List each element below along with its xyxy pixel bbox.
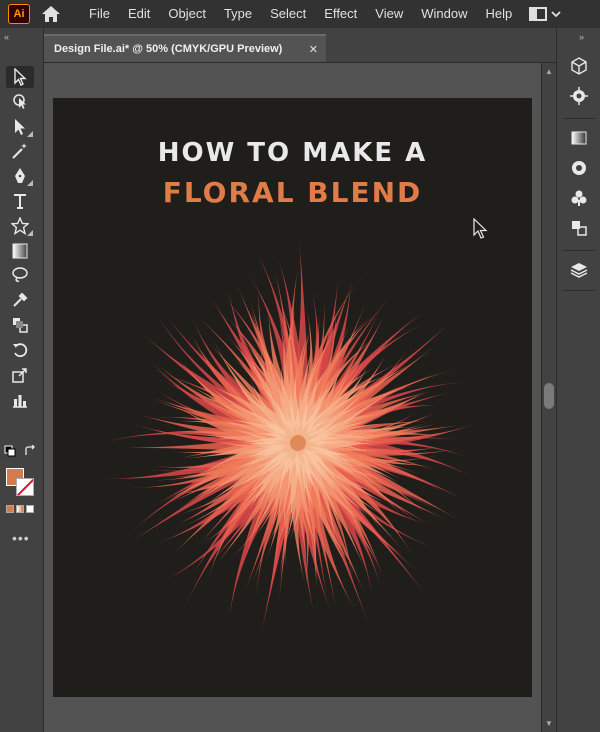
- libraries-icon[interactable]: [569, 56, 589, 76]
- collapse-toolbar-icon[interactable]: «: [4, 32, 9, 42]
- workspace-icon: [529, 7, 548, 21]
- vertical-scrollbar[interactable]: ▲ ▼: [541, 63, 556, 732]
- edit-toolbar-icon[interactable]: •••: [12, 530, 30, 546]
- blend-tool-icon[interactable]: [6, 314, 34, 336]
- menu-effect[interactable]: Effect: [315, 0, 366, 28]
- scrollbar-thumb[interactable]: [544, 383, 554, 409]
- scale-tool-icon[interactable]: [6, 364, 34, 386]
- document-tab[interactable]: Design File.ai* @ 50% (CMYK/GPU Preview)…: [44, 34, 326, 62]
- menu-bar: Ai File Edit Object Type Select Effect V…: [0, 0, 600, 28]
- layers-icon[interactable]: [569, 260, 589, 280]
- gradient-mode-button[interactable]: [16, 505, 24, 513]
- menu-help[interactable]: Help: [476, 0, 521, 28]
- mouse-cursor-icon: [473, 218, 488, 239]
- swap-fill-stroke-icon[interactable]: [22, 444, 38, 458]
- color-mode-buttons: [6, 505, 34, 513]
- menu-object[interactable]: Object: [159, 0, 215, 28]
- default-fill-stroke-icon[interactable]: [2, 444, 18, 458]
- menu-items: File Edit Object Type Select Effect View…: [80, 0, 521, 28]
- document-tab-title: Design File.ai* @ 50% (CMYK/GPU Preview): [54, 43, 283, 55]
- color-guide-icon[interactable]: [569, 158, 589, 178]
- none-mode-button[interactable]: [26, 505, 34, 513]
- scroll-up-icon[interactable]: ▲: [545, 67, 553, 76]
- direct-selection-tool-icon[interactable]: [6, 91, 34, 113]
- color-mode-button[interactable]: [6, 505, 14, 513]
- tools-panel: « •••: [0, 28, 44, 732]
- symbols-icon[interactable]: [569, 188, 589, 208]
- magic-wand-tool-icon[interactable]: [6, 140, 34, 162]
- menu-view[interactable]: View: [366, 0, 412, 28]
- illustrator-logo-icon: Ai: [8, 4, 30, 24]
- collapse-dock-icon[interactable]: »: [579, 32, 584, 42]
- pen-tool-icon[interactable]: [6, 116, 34, 138]
- menu-file[interactable]: File: [80, 0, 119, 28]
- scroll-down-icon[interactable]: ▼: [545, 719, 553, 728]
- canvas-area[interactable]: HOW TO MAKE A FLORAL BLEND: [44, 63, 541, 732]
- gradient-panel-icon[interactable]: [569, 128, 589, 148]
- gradient-tool-icon[interactable]: [6, 240, 34, 262]
- align-icon[interactable]: [569, 218, 589, 238]
- artwork-title-line2[interactable]: FLORAL BLEND: [53, 176, 532, 209]
- properties-icon[interactable]: [569, 86, 589, 106]
- artwork-title-line1[interactable]: HOW TO MAKE A: [53, 138, 532, 168]
- menu-select[interactable]: Select: [261, 0, 315, 28]
- pen-nib-tool-icon[interactable]: [6, 165, 34, 187]
- workspace-switcher-button[interactable]: [529, 0, 561, 28]
- star-tool-icon[interactable]: [6, 215, 34, 237]
- floral-blend-artwork[interactable]: [83, 228, 513, 658]
- selection-tool-icon[interactable]: [6, 66, 34, 88]
- close-icon[interactable]: ✕: [309, 43, 318, 56]
- lasso-tool-icon[interactable]: [6, 264, 34, 286]
- chevron-down-icon: [551, 11, 561, 18]
- menu-edit[interactable]: Edit: [119, 0, 159, 28]
- column-graph-tool-icon[interactable]: [6, 389, 34, 411]
- document-tab-bar: Design File.ai* @ 50% (CMYK/GPU Preview)…: [44, 28, 556, 63]
- menu-window[interactable]: Window: [412, 0, 476, 28]
- home-icon[interactable]: [38, 0, 64, 28]
- stroke-color-swatch[interactable]: [16, 478, 34, 496]
- eyedropper-tool-icon[interactable]: [6, 289, 34, 311]
- panel-dock: »: [556, 28, 600, 732]
- menu-type[interactable]: Type: [215, 0, 261, 28]
- rotate-tool-icon[interactable]: [6, 339, 34, 361]
- type-tool-icon[interactable]: [6, 190, 34, 212]
- artboard[interactable]: HOW TO MAKE A FLORAL BLEND: [53, 98, 532, 697]
